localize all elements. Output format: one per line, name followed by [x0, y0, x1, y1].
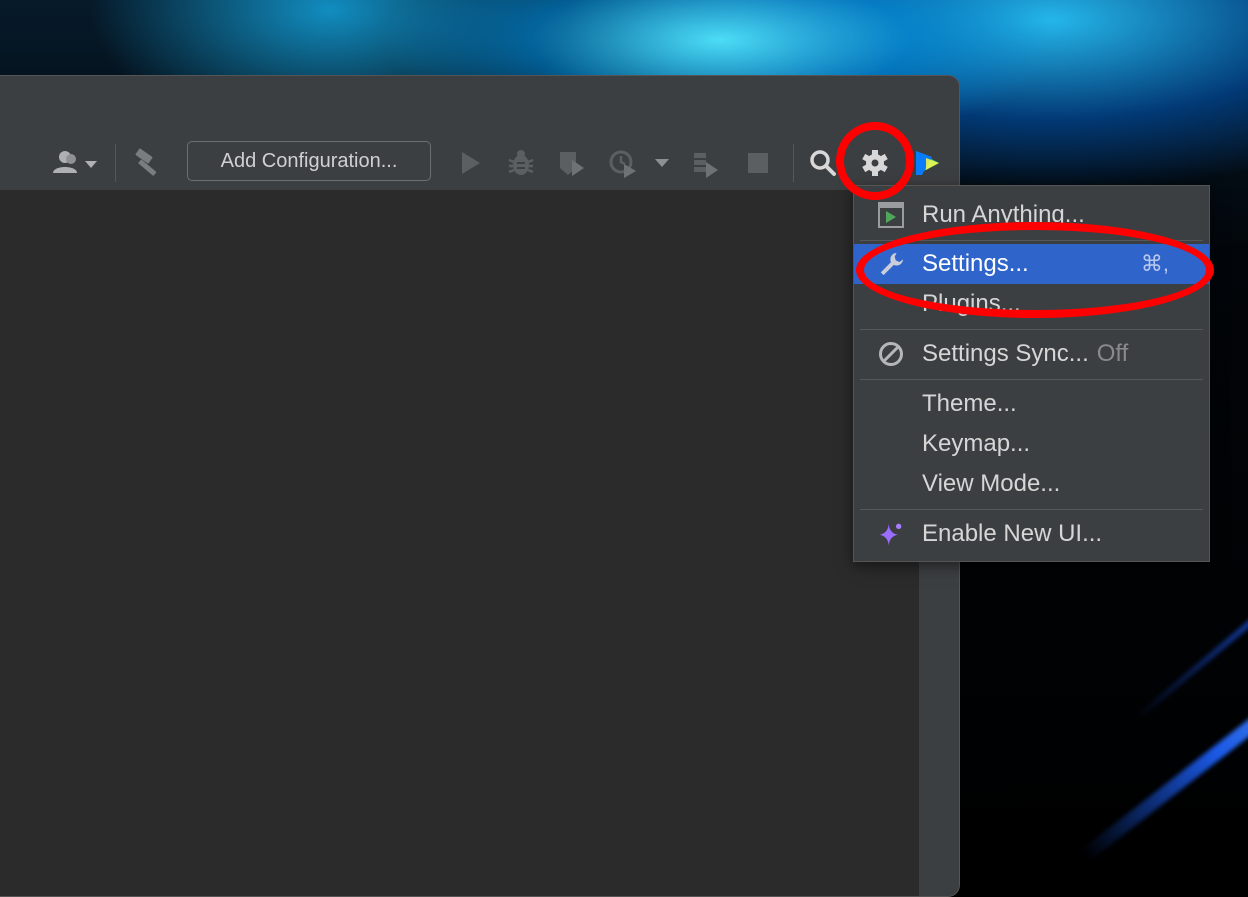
menu-item-label: Plugins... [922, 290, 1021, 317]
menu-item-settings[interactable]: Settings... ⌘, [854, 244, 1209, 284]
add-configuration-button[interactable]: Add Configuration... [187, 141, 431, 181]
menu-item-settings-sync[interactable]: Settings Sync... Off [854, 334, 1209, 374]
menu-item-label: Settings Sync... [922, 340, 1089, 367]
menu-separator [860, 379, 1203, 380]
ide-window: Add Configuration... [0, 75, 960, 897]
jetbrains-ai-icon[interactable] [909, 136, 945, 190]
menu-item-label-wrap: Settings Sync... Off [922, 340, 1128, 368]
search-icon[interactable] [805, 136, 841, 190]
title-bar[interactable] [0, 76, 959, 136]
editor-area[interactable] [0, 191, 919, 896]
debug-icon[interactable] [503, 136, 539, 190]
coverage-icon[interactable] [553, 136, 589, 190]
sync-status: Off [1096, 340, 1129, 367]
menu-separator [860, 240, 1203, 241]
menu-item-theme[interactable]: Theme... [854, 384, 1209, 424]
menu-item-label: Keymap... [922, 430, 1031, 457]
toolbar-separator [115, 144, 116, 182]
gear-icon[interactable] [857, 136, 893, 190]
run-icon[interactable] [453, 136, 487, 190]
menu-separator [860, 509, 1203, 510]
menu-item-view-mode[interactable]: View Mode... [854, 464, 1209, 504]
toolbar-separator [793, 144, 794, 182]
chevron-down-icon[interactable] [651, 136, 673, 190]
attach-debugger-icon[interactable] [687, 136, 723, 190]
settings-dropdown-menu: Run Anything... Settings... ⌘, Plugins..… [853, 185, 1210, 562]
menu-item-run-anything[interactable]: Run Anything... [854, 195, 1209, 235]
menu-item-plugins[interactable]: Plugins... [854, 284, 1209, 324]
wallpaper-streak [1080, 592, 1248, 862]
menu-item-label: View Mode... [922, 470, 1061, 497]
shortcut-label: ⌘, [1140, 251, 1169, 276]
menu-item-label: Theme... [922, 390, 1017, 417]
disabled-icon [878, 341, 904, 367]
sparkle-icon [878, 521, 904, 547]
stop-icon[interactable] [741, 136, 775, 190]
profile-icon[interactable] [605, 136, 641, 190]
menu-item-enable-new-ui[interactable]: Enable New UI... [854, 514, 1209, 554]
menu-item-label: Enable New UI... [922, 520, 1103, 547]
account-icon[interactable] [45, 136, 103, 190]
menu-item-keymap[interactable]: Keymap... [854, 424, 1209, 464]
wrench-icon [878, 251, 904, 277]
menu-separator [860, 329, 1203, 330]
menu-item-label: Settings... [922, 250, 1029, 277]
menu-item-label: Run Anything... [922, 201, 1085, 228]
run-anything-icon [878, 202, 904, 228]
build-hammer-icon[interactable] [129, 136, 169, 190]
